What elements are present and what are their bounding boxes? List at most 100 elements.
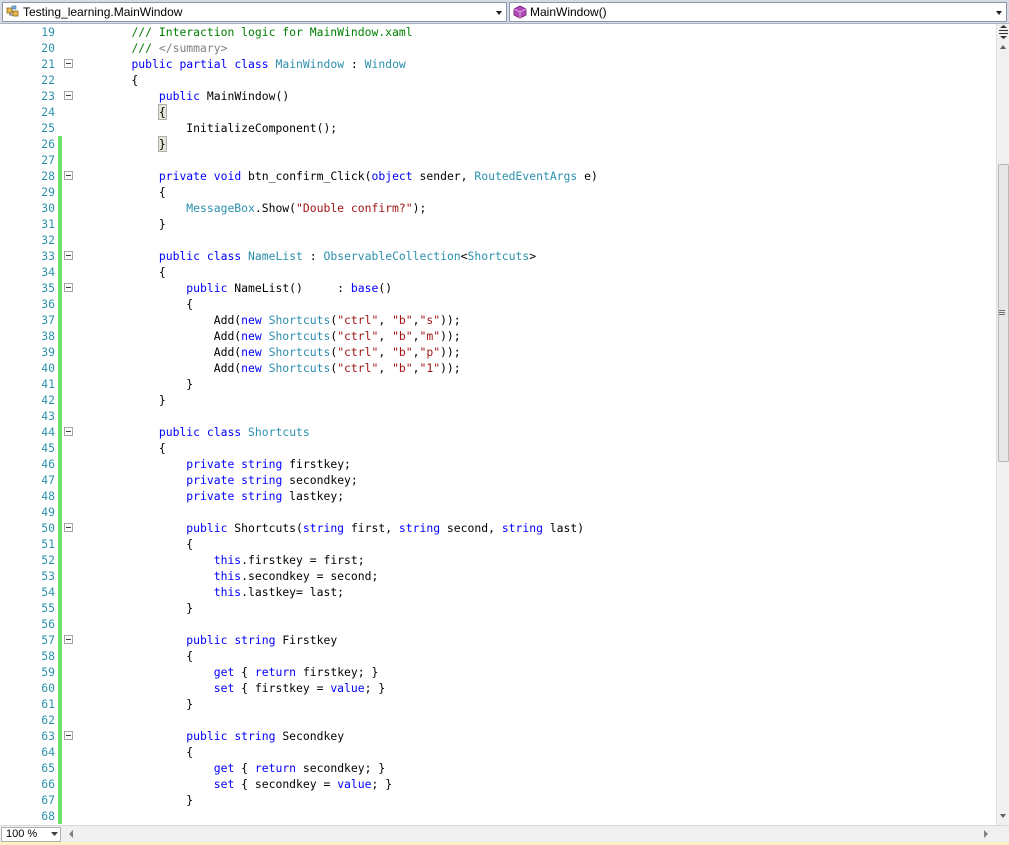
line-number: 25 xyxy=(41,121,55,135)
code-line[interactable]: 19 /// Interaction logic for MainWindow.… xyxy=(0,24,996,40)
code-line[interactable]: 56 xyxy=(0,616,996,632)
scroll-right-icon[interactable] xyxy=(983,830,989,838)
code-line[interactable]: 54 this.lastkey= last; xyxy=(0,584,996,600)
code-token: { xyxy=(157,104,167,120)
code-line[interactable]: 24 { xyxy=(0,104,996,120)
code-line[interactable]: 51 { xyxy=(0,536,996,552)
code-line[interactable]: 60 set { firstkey = value; } xyxy=(0,680,996,696)
zoom-dropdown[interactable]: 100 % xyxy=(1,827,61,842)
code-line[interactable]: 38 Add(new Shortcuts("ctrl", "b","m")); xyxy=(0,328,996,344)
code-line[interactable]: 20 /// </summary> xyxy=(0,40,996,56)
code-line[interactable]: 65 get { return secondkey; } xyxy=(0,760,996,776)
change-marker xyxy=(58,664,62,680)
code-line[interactable]: 36 { xyxy=(0,296,996,312)
code-line[interactable]: 37 Add(new Shortcuts("ctrl", "b","s")); xyxy=(0,312,996,328)
code-line[interactable]: 27 xyxy=(0,152,996,168)
code-line[interactable]: 58 { xyxy=(0,648,996,664)
change-marker xyxy=(58,392,62,408)
code-line[interactable]: 34 { xyxy=(0,264,996,280)
scroll-up-icon[interactable] xyxy=(999,44,1007,50)
code-token: string xyxy=(234,729,276,743)
chevron-down-icon[interactable] xyxy=(494,6,504,18)
change-marker xyxy=(58,680,62,696)
code-line[interactable]: 40 Add(new Shortcuts("ctrl", "b","1")); xyxy=(0,360,996,376)
code-line[interactable]: 23 public MainWindow() xyxy=(0,88,996,104)
code-line[interactable]: 30 MessageBox.Show("Double confirm?"); xyxy=(0,200,996,216)
code-line[interactable]: 59 get { return firstkey; } xyxy=(0,664,996,680)
code-line[interactable]: 46 private string firstkey; xyxy=(0,456,996,472)
collapse-icon[interactable] xyxy=(64,283,73,292)
code-token: { xyxy=(104,537,194,551)
code-line[interactable]: 28 private void btn_confirm_Click(object… xyxy=(0,168,996,184)
collapse-icon[interactable] xyxy=(64,731,73,740)
code-line[interactable]: 39 Add(new Shortcuts("ctrl", "b","p")); xyxy=(0,344,996,360)
code-line[interactable]: 25 InitializeComponent(); xyxy=(0,120,996,136)
collapse-icon[interactable] xyxy=(64,523,73,532)
collapse-icon[interactable] xyxy=(64,59,73,68)
code-line[interactable]: 31 } xyxy=(0,216,996,232)
code-line[interactable]: 35 public NameList() : base() xyxy=(0,280,996,296)
code-line[interactable]: 68 xyxy=(0,808,996,824)
code-text: } xyxy=(104,216,166,232)
change-marker xyxy=(58,360,62,376)
collapse-icon[interactable] xyxy=(64,171,73,180)
code-line[interactable]: 64 { xyxy=(0,744,996,760)
code-line[interactable]: 41 } xyxy=(0,376,996,392)
scroll-left-icon[interactable] xyxy=(68,830,74,838)
code-line[interactable]: 52 this.firstkey = first; xyxy=(0,552,996,568)
code-line[interactable]: 22 { xyxy=(0,72,996,88)
code-line[interactable]: 21 public partial class MainWindow : Win… xyxy=(0,56,996,72)
code-line[interactable]: 63 public string Secondkey xyxy=(0,728,996,744)
code-line[interactable]: 67 } xyxy=(0,792,996,808)
class-icon xyxy=(6,5,19,17)
line-number: 40 xyxy=(41,361,55,375)
line-number: 43 xyxy=(41,409,55,423)
code-line[interactable]: 45 { xyxy=(0,440,996,456)
member-dropdown[interactable]: MainWindow() xyxy=(509,2,1007,22)
line-number: 26 xyxy=(41,137,55,151)
code-line[interactable]: 61 } xyxy=(0,696,996,712)
code-line[interactable]: 55 } xyxy=(0,600,996,616)
code-line[interactable]: 29 { xyxy=(0,184,996,200)
code-line[interactable]: 49 xyxy=(0,504,996,520)
code-line[interactable]: 47 private string secondkey; xyxy=(0,472,996,488)
code-line[interactable]: 53 this.secondkey = second; xyxy=(0,568,996,584)
code-line[interactable]: 42 } xyxy=(0,392,996,408)
code-line[interactable]: 57 public string Firstkey xyxy=(0,632,996,648)
code-token: </summary> xyxy=(158,41,228,55)
scroll-down-icon[interactable] xyxy=(999,813,1007,819)
code-token: public xyxy=(186,281,228,295)
code-line[interactable]: 62 xyxy=(0,712,996,728)
code-line[interactable]: 44 public class Shortcuts xyxy=(0,424,996,440)
collapse-icon[interactable] xyxy=(64,251,73,260)
code-editor[interactable]: 19 /// Interaction logic for MainWindow.… xyxy=(0,24,996,825)
code-line[interactable]: 48 private string lastkey; xyxy=(0,488,996,504)
splitter-icon[interactable] xyxy=(997,24,1009,40)
chevron-down-icon[interactable] xyxy=(51,832,58,837)
code-token: object xyxy=(371,169,413,183)
vertical-scrollbar[interactable] xyxy=(996,24,1009,825)
code-token: .firstkey = first; xyxy=(241,553,365,567)
collapse-icon[interactable] xyxy=(64,635,73,644)
code-line[interactable]: 50 public Shortcuts(string first, string… xyxy=(0,520,996,536)
type-dropdown[interactable]: Testing_learning.MainWindow xyxy=(2,2,507,22)
change-marker xyxy=(58,168,62,184)
code-line[interactable]: 66 set { secondkey = value; } xyxy=(0,776,996,792)
code-token: MessageBox xyxy=(186,201,255,215)
code-token: "b" xyxy=(392,313,413,327)
code-line[interactable]: 33 public class NameList : ObservableCol… xyxy=(0,248,996,264)
code-line[interactable]: 43 xyxy=(0,408,996,424)
code-token: public xyxy=(131,57,173,71)
collapse-icon[interactable] xyxy=(64,91,73,100)
chevron-down-icon[interactable] xyxy=(994,6,1004,18)
code-line[interactable]: 26 } xyxy=(0,136,996,152)
code-line[interactable]: 32 xyxy=(0,232,996,248)
collapse-icon[interactable] xyxy=(64,427,73,436)
code-token: } xyxy=(157,136,167,152)
